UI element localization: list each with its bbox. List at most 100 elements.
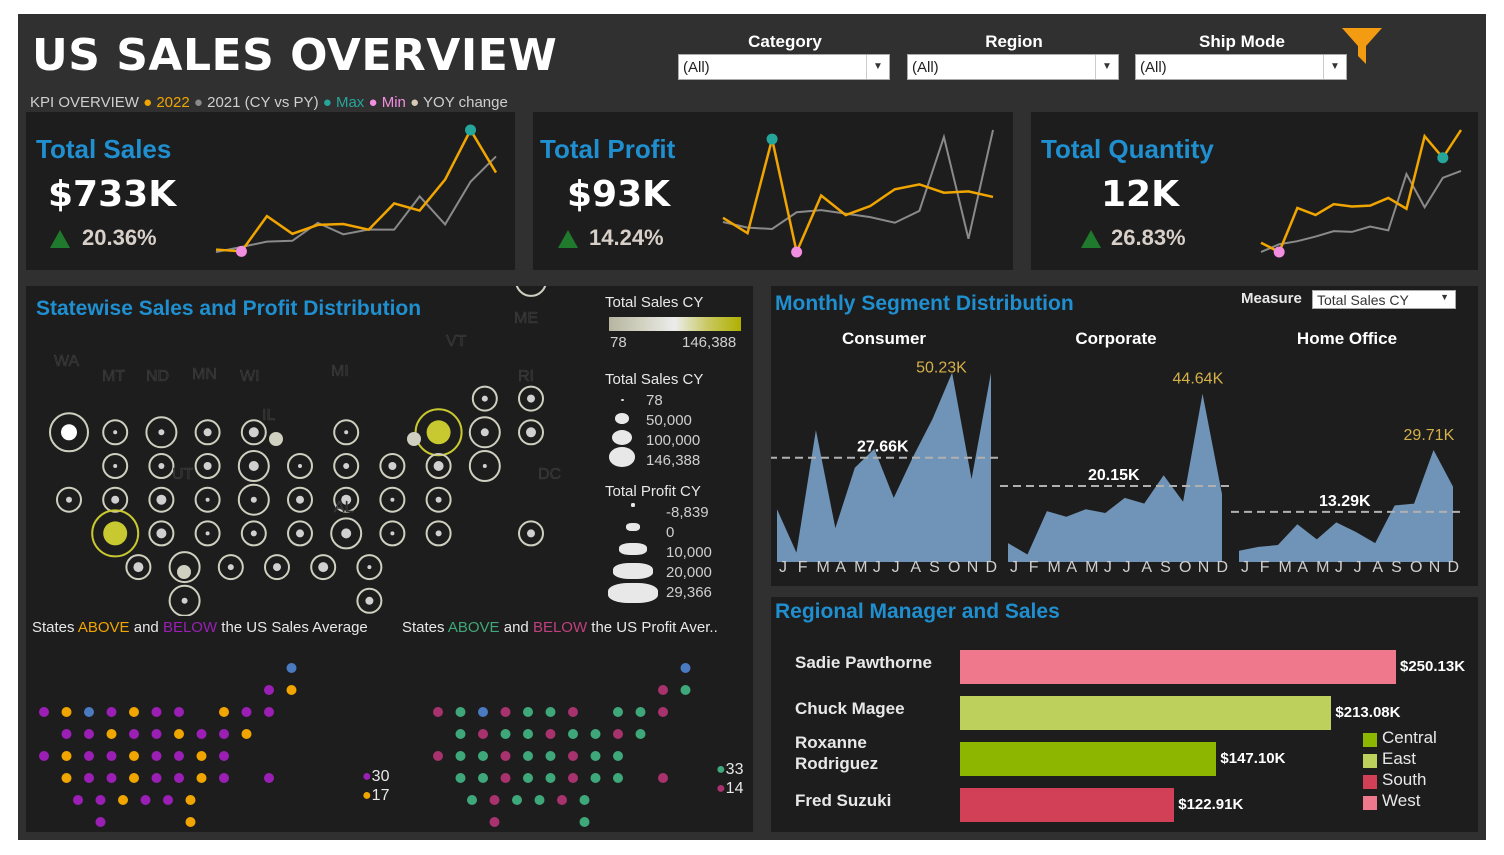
- legend-yoy: YOY change: [423, 94, 508, 111]
- color-legend-title: Total Sales CY: [605, 294, 704, 311]
- state-outer-circle: [515, 286, 547, 297]
- state-dot: [95, 795, 106, 805]
- state-dot: [185, 817, 196, 827]
- size-legend-value: 146,388: [646, 452, 701, 469]
- size-legend-circle: [609, 447, 635, 467]
- state-inner-circle: [365, 596, 374, 605]
- kpi-change: 20.36%: [82, 225, 157, 250]
- state-dot: [219, 707, 229, 717]
- regional-manager-panel: Regional Manager and Sales Sadie Pawthor…: [771, 597, 1478, 832]
- state-dot: [84, 751, 94, 761]
- region-filter-value: (All): [912, 59, 939, 76]
- state-dot: [545, 729, 556, 739]
- state-inner-circle: [527, 394, 535, 403]
- sales-ab-suffix: the US Sales Average: [217, 619, 368, 636]
- up-arrow-icon: [50, 230, 70, 248]
- state-inner-circle: [390, 531, 395, 536]
- state-inner-circle: [113, 464, 118, 468]
- month-tick: A: [910, 559, 921, 576]
- legend-east: East: [1382, 749, 1417, 768]
- size-legend-circle: [619, 543, 647, 555]
- shipmode-filter[interactable]: (All) ▼: [1135, 54, 1347, 80]
- state-dot: [163, 795, 173, 805]
- state-inner-circle: [482, 464, 487, 468]
- size-legend-circle: [620, 398, 624, 401]
- profit-count-above: ●33: [716, 761, 744, 778]
- state-dot: [129, 707, 139, 717]
- state-dot: [264, 773, 274, 783]
- sales-size-legend-title: Total Sales CY: [605, 371, 704, 388]
- month-tick: J: [1010, 559, 1018, 576]
- legend-cy-year: 2022: [156, 94, 190, 111]
- bar-value-label: $147.10K: [1220, 750, 1286, 767]
- state-inner-circle: [111, 495, 120, 504]
- region-filter[interactable]: (All) ▼: [907, 54, 1119, 80]
- profit-ab-suffix: the US Profit Aver..: [587, 619, 718, 636]
- state-dot: [489, 795, 500, 805]
- state-dot: [680, 663, 691, 673]
- category-filter-value: (All): [683, 59, 710, 76]
- max-point: [465, 124, 477, 136]
- state-inner-circle: [133, 562, 144, 573]
- manager-bar[interactable]: [960, 696, 1332, 730]
- state-dot: [84, 707, 94, 717]
- state-label: DC: [538, 466, 561, 483]
- state-inner-circle: [298, 464, 302, 468]
- month-tick: M: [854, 559, 867, 576]
- state-inner-circle: [344, 430, 349, 435]
- state-dot: [557, 795, 567, 805]
- state-dot: [635, 729, 646, 739]
- category-filter[interactable]: (All) ▼: [678, 54, 890, 80]
- size-legend-value: 20,000: [666, 564, 712, 581]
- state-dot: [590, 751, 601, 761]
- state-dot: [590, 773, 601, 783]
- chevron-down-icon[interactable]: ▼: [866, 55, 889, 79]
- legend-dot-yoy: ●: [410, 94, 420, 111]
- kpi-card-quantity: Total Quantity 12K 26.83%: [1031, 112, 1478, 270]
- state-label: VT: [446, 333, 467, 350]
- state-dot: [174, 773, 184, 783]
- month-tick: S: [929, 559, 940, 576]
- month-tick: O: [1410, 559, 1422, 576]
- legend-dot-max: ●: [322, 94, 332, 111]
- profit-sparkline: [722, 129, 994, 258]
- kpi-change: 14.24%: [589, 225, 664, 250]
- state-dot: [129, 751, 139, 761]
- state-dot: [129, 729, 139, 739]
- month-tick: S: [1160, 559, 1171, 576]
- month-tick: J: [873, 559, 881, 576]
- py-series-line: [215, 155, 497, 253]
- kpi-legend-prefix: KPI OVERVIEW: [30, 94, 139, 111]
- shipmode-filter-label: Ship Mode: [1199, 32, 1285, 51]
- state-dot: [174, 729, 184, 739]
- filter-funnel-icon[interactable]: [1340, 26, 1384, 68]
- legend-west: West: [1382, 791, 1421, 810]
- legend-dot-cy: ●: [143, 94, 153, 111]
- state-dot: [151, 729, 162, 739]
- average-label: 20.15K: [1088, 467, 1140, 484]
- state-dot: [129, 773, 139, 783]
- state-dot: [500, 729, 511, 739]
- dashboard-title: US SALES OVERVIEW: [32, 30, 558, 81]
- manager-bar[interactable]: [960, 788, 1175, 822]
- state-dot: [39, 751, 49, 761]
- state-dot: [286, 663, 297, 673]
- legend-min: Min: [381, 94, 406, 111]
- size-legend-value: 10,000: [666, 544, 712, 561]
- state-dot: [478, 773, 488, 783]
- state-inner-circle: [181, 597, 188, 604]
- state-label: MN: [192, 366, 217, 383]
- month-tick: N: [1429, 559, 1441, 576]
- state-dot: [73, 795, 83, 805]
- state-dot: [433, 707, 443, 717]
- kpi-title: Total Profit: [540, 134, 676, 164]
- state-dot: [84, 773, 94, 783]
- size-legend-value: -8,839: [666, 504, 709, 521]
- state-dot: [613, 751, 623, 761]
- state-dot: [196, 751, 207, 761]
- sales-ab-above: ABOVE: [77, 619, 130, 636]
- manager-bar[interactable]: [960, 742, 1217, 776]
- state-dot: [118, 795, 128, 805]
- chevron-down-icon[interactable]: ▼: [1095, 55, 1118, 79]
- manager-bar[interactable]: [960, 650, 1396, 684]
